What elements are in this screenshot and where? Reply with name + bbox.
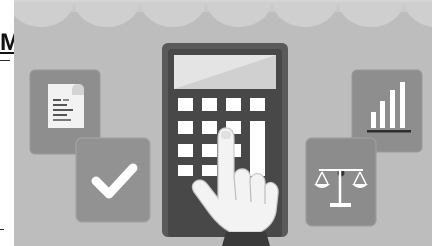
illustration-canvas [14, 0, 432, 246]
checkmark-icon [75, 137, 151, 223]
accounting-illustration [14, 0, 432, 246]
clipped-heading-letter: M [0, 31, 14, 55]
clipped-dash [0, 229, 4, 230]
clipped-underline [0, 60, 10, 61]
balance-scale-icon [305, 137, 377, 227]
sleeve-cuff [222, 232, 270, 246]
